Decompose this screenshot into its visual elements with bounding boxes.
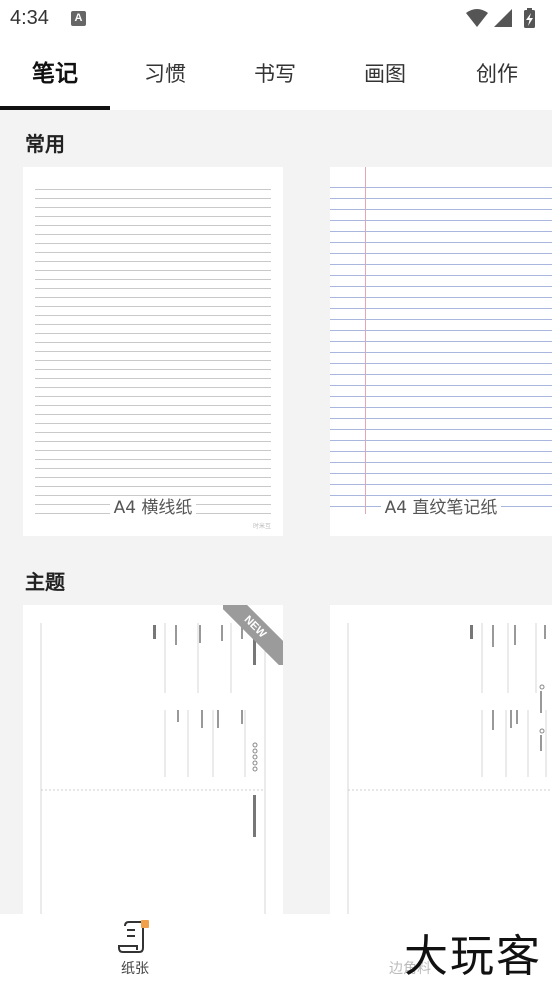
paper-card-a4-lined[interactable]: A4 直纹笔记纸	[330, 167, 552, 536]
section-title-theme: 主题	[25, 570, 65, 594]
paper-card-a4-ruled[interactable]: A4 横线纸 时米互	[23, 167, 283, 536]
active-tab-indicator	[0, 106, 110, 110]
ruled-paper-preview	[35, 181, 271, 514]
screen: 4:34 A 笔记 习惯 书写 画图 创作 常用 A4 横线纸 时米互 A4 直…	[0, 0, 552, 983]
tab-notes[interactable]: 笔记	[0, 38, 110, 110]
signal-icon	[494, 9, 512, 27]
watermark-logo: 大玩客	[404, 931, 542, 982]
tab-creation[interactable]: 创作	[442, 38, 552, 110]
system-status-icons	[466, 8, 535, 28]
theme-card-2[interactable]	[330, 605, 552, 925]
notification-app-icon: A	[71, 11, 86, 26]
new-badge-label: NEW	[223, 605, 283, 665]
tab-writing[interactable]: 书写	[220, 38, 330, 110]
tab-habits[interactable]: 习惯	[110, 38, 220, 110]
lined-paper-preview	[330, 177, 552, 514]
theme-template-preview	[347, 623, 552, 925]
nav-paper[interactable]: 纸张	[75, 914, 195, 983]
status-time: 4:34	[10, 7, 49, 29]
card-label: A4 直纹笔记纸	[380, 498, 502, 518]
tab-drawing[interactable]: 画图	[330, 38, 440, 110]
margin-line	[365, 167, 366, 514]
wifi-icon	[466, 9, 488, 27]
status-bar: 4:34 A	[0, 0, 552, 38]
new-badge: NEW	[223, 605, 283, 665]
section-title-common: 常用	[25, 132, 65, 156]
bottom-navigation: 纸张 边角料 大玩客	[0, 914, 552, 983]
card-label: A4 横线纸	[109, 498, 197, 518]
theme-card-1[interactable]: NEW	[23, 605, 283, 925]
card-footnote: 时米互	[252, 523, 271, 530]
nav-paper-label: 纸张	[121, 961, 149, 977]
category-tabs: 笔记 习惯 书写 画图 创作	[0, 38, 552, 110]
paper-scroll-icon	[118, 920, 149, 953]
